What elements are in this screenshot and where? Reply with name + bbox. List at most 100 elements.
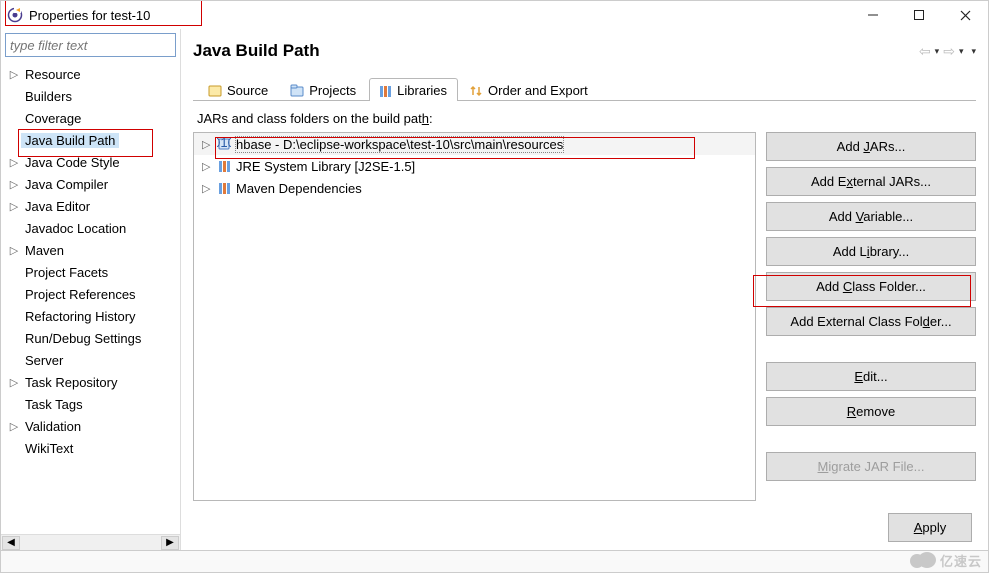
expand-icon[interactable]: ▷	[7, 178, 21, 191]
expand-icon[interactable]: ▷	[7, 244, 21, 257]
bottom-strip	[1, 550, 988, 572]
tree-item-label: WikiText	[21, 441, 77, 456]
tab-label: Order and Export	[488, 83, 588, 98]
tree-item-label: Project Facets	[21, 265, 112, 280]
add-external-jars-button[interactable]: Add External JARs...	[766, 167, 976, 196]
projects-icon	[290, 84, 304, 98]
expand-icon[interactable]: ▷	[202, 138, 216, 151]
expand-icon[interactable]: ▷	[7, 376, 21, 389]
header-nav: ⇦▾ ⇨▾ ▾	[919, 43, 976, 60]
source-icon	[208, 84, 222, 98]
tree-item-label: Builders	[21, 89, 76, 104]
svg-text:010: 010	[217, 137, 231, 150]
tree-item-label: Maven	[21, 243, 68, 258]
tree-item-label: Task Tags	[21, 397, 87, 412]
tree-item-label: Task Repository	[21, 375, 121, 390]
tree-item[interactable]: ▷Validation	[1, 415, 180, 437]
tree-item[interactable]: Project References	[1, 283, 180, 305]
category-tree[interactable]: ▷ResourceBuildersCoverageJava Build Path…	[1, 61, 180, 534]
nav-menu-icon[interactable]: ▾	[971, 46, 976, 57]
watermark: 亿速云	[910, 551, 982, 570]
tree-item-label: Run/Debug Settings	[21, 331, 145, 346]
titlebar: Properties for test-10	[1, 1, 988, 29]
tree-item-label: Java Editor	[21, 199, 94, 214]
tab-source[interactable]: Source	[199, 78, 279, 101]
add-external-class-folder-button[interactable]: Add External Class Folder...	[766, 307, 976, 336]
add-variable-button[interactable]: Add Variable...	[766, 202, 976, 231]
library-label: Maven Dependencies	[236, 181, 362, 196]
app-icon	[7, 7, 23, 23]
nav-back-icon[interactable]: ⇦	[919, 43, 931, 60]
tab-projects[interactable]: Projects	[281, 78, 367, 101]
expand-icon[interactable]: ▷	[202, 182, 216, 195]
expand-icon[interactable]: ▷	[7, 68, 21, 81]
tree-item[interactable]: ▷Resource	[1, 63, 180, 85]
nav-forward-menu-icon[interactable]: ▾	[959, 46, 964, 57]
libraries-list[interactable]: ▷010hbase - D:\eclipse-workspace\test-10…	[193, 132, 756, 501]
tree-item[interactable]: Java Build Path	[1, 129, 180, 151]
apply-button[interactable]: Apply	[888, 513, 972, 542]
tree-hscrollbar[interactable]: ◀ ▶	[1, 534, 180, 550]
sidebar: ▷ResourceBuildersCoverageJava Build Path…	[1, 29, 181, 550]
tree-item-label: Server	[21, 353, 67, 368]
add-class-folder-button[interactable]: Add Class Folder...	[766, 272, 976, 301]
library-row[interactable]: ▷ Maven Dependencies	[194, 177, 755, 199]
library-label: hbase - D:\eclipse-workspace\test-10\src…	[236, 137, 563, 152]
tree-item[interactable]: ▷Maven	[1, 239, 180, 261]
filter-input[interactable]	[6, 34, 175, 56]
library-label: JRE System Library [J2SE-1.5]	[236, 159, 415, 174]
tree-item[interactable]: Javadoc Location	[1, 217, 180, 239]
library-row[interactable]: ▷010 hbase - D:\eclipse-workspace\test-10…	[194, 133, 755, 155]
lib-icon	[216, 159, 232, 173]
libraries-icon	[378, 84, 392, 98]
scroll-left-button[interactable]: ◀	[2, 536, 20, 550]
expand-icon[interactable]: ▷	[7, 200, 21, 213]
tree-item[interactable]: ▷Task Repository	[1, 371, 180, 393]
remove-button[interactable]: Remove	[766, 397, 976, 426]
tree-item[interactable]: ▷Java Compiler	[1, 173, 180, 195]
expand-icon[interactable]: ▷	[202, 160, 216, 173]
tab-description: JARs and class folders on the build path…	[193, 101, 976, 132]
tab-label: Projects	[309, 83, 356, 98]
tree-item[interactable]: Builders	[1, 85, 180, 107]
tree-item[interactable]: Server	[1, 349, 180, 371]
expand-icon[interactable]: ▷	[7, 420, 21, 433]
order-icon	[469, 84, 483, 98]
main-panel: Java Build Path ⇦▾ ⇨▾ ▾ SourceProjectsLi…	[181, 29, 988, 550]
nav-back-menu-icon[interactable]: ▾	[935, 46, 940, 57]
page-title: Java Build Path	[193, 41, 919, 61]
migrate-jar-button: Migrate JAR File...	[766, 452, 976, 481]
scroll-right-button[interactable]: ▶	[161, 536, 179, 550]
add-library-button[interactable]: Add Library...	[766, 237, 976, 266]
tree-item-label: Java Build Path	[21, 133, 119, 148]
tab-libraries[interactable]: Libraries	[369, 78, 458, 101]
tree-item-label: Javadoc Location	[21, 221, 130, 236]
tree-item[interactable]: ▷Java Editor	[1, 195, 180, 217]
tree-item-label: Refactoring History	[21, 309, 140, 324]
tree-item-label: Resource	[21, 67, 85, 82]
tree-item[interactable]: ▷Java Code Style	[1, 151, 180, 173]
expand-icon[interactable]: ▷	[7, 156, 21, 169]
add-jars-button[interactable]: Add JARs...	[766, 132, 976, 161]
button-column: Add JARs... Add External JARs... Add Var…	[766, 132, 976, 501]
library-row[interactable]: ▷ JRE System Library [J2SE-1.5]	[194, 155, 755, 177]
tree-item[interactable]: WikiText	[1, 437, 180, 459]
cloud-icon	[910, 552, 936, 570]
tree-item-label: Project References	[21, 287, 140, 302]
nav-forward-icon[interactable]: ⇨	[943, 43, 955, 60]
close-button[interactable]	[942, 1, 988, 29]
maximize-button[interactable]	[896, 1, 942, 29]
watermark-text: 亿速云	[940, 551, 982, 570]
page-header: Java Build Path ⇦▾ ⇨▾ ▾	[193, 29, 976, 73]
tree-item[interactable]: Coverage	[1, 107, 180, 129]
tree-item-label: Coverage	[21, 111, 85, 126]
tree-item[interactable]: Project Facets	[1, 261, 180, 283]
minimize-button[interactable]	[850, 1, 896, 29]
tab-order-and-export[interactable]: Order and Export	[460, 78, 599, 101]
edit-button[interactable]: Edit...	[766, 362, 976, 391]
window-title: Properties for test-10	[29, 8, 150, 23]
tree-item[interactable]: Refactoring History	[1, 305, 180, 327]
tree-item[interactable]: Task Tags	[1, 393, 180, 415]
filter-box	[5, 33, 176, 57]
tree-item[interactable]: Run/Debug Settings	[1, 327, 180, 349]
